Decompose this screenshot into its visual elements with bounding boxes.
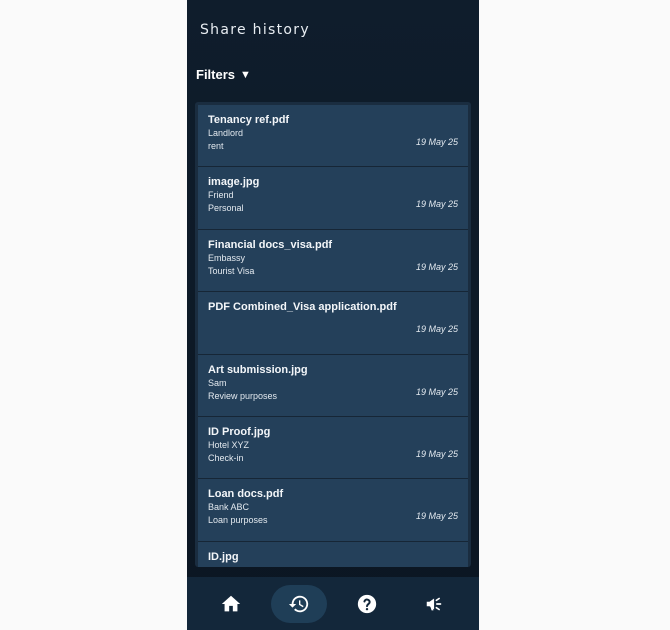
history-icon (288, 595, 309, 612)
bottom-navigation (187, 577, 479, 630)
nav-help-button[interactable] (339, 585, 395, 623)
list-item[interactable]: Loan docs.pdf Bank ABC Loan purposes 19 … (198, 479, 468, 542)
item-filename: Loan docs.pdf (208, 488, 284, 501)
item-date: 19 May 25 (415, 199, 458, 210)
item-filename: PDF Combined_Visa application.pdf (208, 301, 397, 314)
megaphone-icon (426, 597, 442, 610)
filters-label: Filters (196, 67, 236, 82)
item-filename: ID Proof.jpg (208, 425, 271, 438)
list-item[interactable]: PDF Combined_Visa application.pdf 19 May… (198, 292, 468, 355)
item-filename: Art submission.jpg (208, 363, 308, 376)
list-item[interactable]: Tenancy ref.pdf Landlord rent 19 May 25 (198, 105, 468, 168)
item-date: 19 May 25 (415, 261, 458, 272)
filters-dropdown[interactable]: Filters ▼ (196, 67, 251, 82)
item-filename: Tenancy ref.pdf (208, 114, 290, 126)
item-date: 19 May 25 (415, 386, 458, 397)
item-date: 19 May 25 (415, 324, 458, 335)
nav-announcements-button[interactable] (407, 585, 463, 623)
home-icon (221, 595, 241, 611)
list-item[interactable]: image.jpg Friend Personal 19 May 25 (198, 167, 468, 230)
item-date: 19 May 25 (415, 511, 458, 522)
page-title: Share history (200, 22, 310, 38)
list-item[interactable]: Financial docs_visa.pdf Embassy Tourist … (198, 229, 468, 293)
app-screen: Share history Filters ▼ Tenancy ref.pdf … (187, 0, 479, 630)
help-icon (357, 594, 377, 613)
list-item[interactable]: ID.jpg (198, 541, 468, 567)
list-item[interactable]: Art submission.jpg Sam Review purposes 1… (198, 354, 468, 417)
item-filename: Financial docs_visa.pdf (208, 238, 333, 251)
nav-history-button[interactable] (271, 584, 327, 623)
item-filename: ID.jpg (208, 550, 239, 563)
item-date: 19 May 25 (415, 137, 458, 147)
share-history-list[interactable]: Tenancy ref.pdf Landlord rent 19 May 25 … (195, 102, 471, 567)
nav-home-button[interactable] (203, 585, 259, 623)
list-item[interactable]: ID Proof.jpg Hotel XYZ Check-in 19 May 2… (198, 416, 468, 480)
caret-down-icon: ▼ (240, 68, 251, 81)
item-date: 19 May 25 (415, 448, 458, 459)
item-filename: image.jpg (208, 176, 260, 189)
